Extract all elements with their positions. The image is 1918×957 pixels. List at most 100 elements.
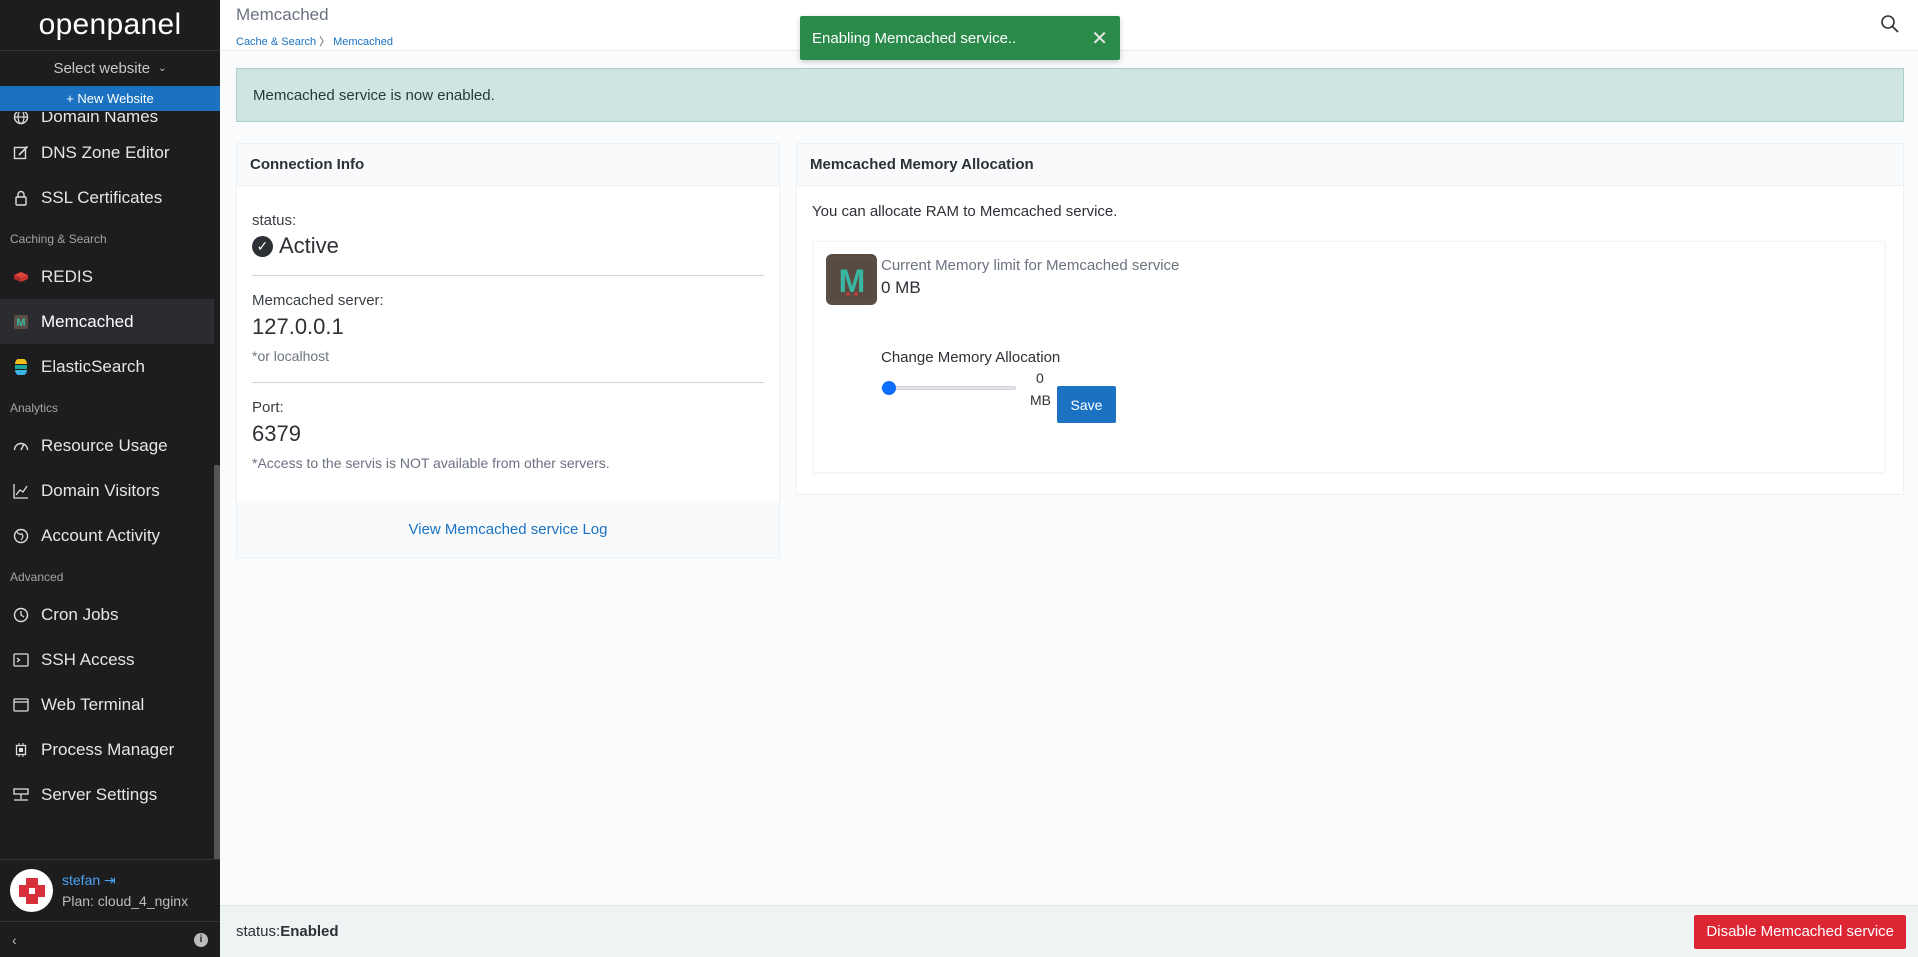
- sidebar-item-domain-visitors[interactable]: Domain Visitors: [0, 468, 214, 513]
- memcached-logo-icon: M: [826, 254, 877, 305]
- save-button[interactable]: Save: [1057, 386, 1116, 423]
- memory-allocation-card: Memcached Memory Allocation You can allo…: [796, 143, 1904, 495]
- svg-text:M: M: [838, 263, 865, 299]
- globe-icon: [12, 527, 30, 545]
- server-value: 127.0.0.1: [252, 314, 344, 339]
- sidebar-item-cron-jobs[interactable]: Cron Jobs: [0, 592, 214, 637]
- card-title: Memcached Memory Allocation: [797, 144, 1903, 186]
- cpu-icon: [12, 741, 30, 759]
- nav-section-analytics: Analytics: [10, 401, 59, 415]
- port-value: 6379: [252, 421, 301, 446]
- memcached-icon: M: [12, 313, 30, 331]
- sidebar-item-label: Account Activity: [41, 525, 161, 545]
- sidebar-item-dns-zone-editor[interactable]: DNS Zone Editor: [0, 130, 214, 175]
- connection-info-card: Connection Info status: ✓ Active Memcach…: [236, 143, 780, 558]
- elasticsearch-icon: [12, 358, 30, 376]
- success-alert: Memcached service is now enabled.: [236, 68, 1904, 122]
- sidebar-item-label: ElasticSearch: [41, 356, 145, 376]
- sidebar-item-label: Memcached: [41, 311, 134, 331]
- server-note: *or localhost: [252, 348, 330, 364]
- sidebar-item-process-manager[interactable]: Process Manager: [0, 727, 214, 772]
- sidebar-nav: Domain Names DNS Zone Editor SSL Certifi…: [0, 112, 214, 859]
- clock-icon: [12, 606, 30, 624]
- search-icon[interactable]: [1880, 14, 1900, 39]
- info-icon[interactable]: i: [194, 932, 208, 947]
- disable-service-button[interactable]: Disable Memcached service: [1694, 914, 1906, 949]
- terminal-window-icon: [12, 696, 30, 714]
- lock-icon: [12, 189, 30, 207]
- logout-icon[interactable]: ⇥: [104, 872, 116, 888]
- memory-slider[interactable]: [881, 380, 1016, 395]
- sidebar-item-label: Domain Visitors: [41, 480, 160, 500]
- user-profile[interactable]: stefan ⇥ Plan: cloud_4_nginx: [0, 859, 220, 921]
- gauge-icon: [12, 437, 30, 455]
- server-field: Memcached server: 127.0.0.1 *or localhos…: [252, 276, 764, 383]
- sidebar-item-label: Server Settings: [41, 784, 158, 804]
- status-field: status: ✓ Active: [252, 186, 764, 276]
- change-allocation-label: Change Memory Allocation: [881, 349, 1061, 366]
- sidebar-item-resource-usage[interactable]: Resource Usage: [0, 423, 214, 468]
- port-field: Port: 6379 *Access to the servis is NOT …: [252, 383, 764, 471]
- sidebar-item-label: Cron Jobs: [41, 604, 119, 624]
- collapse-sidebar-icon[interactable]: ‹: [12, 932, 17, 948]
- status-value: ✓ Active: [252, 233, 764, 259]
- user-plan: Plan: cloud_4_nginx: [62, 893, 189, 909]
- slider-track[interactable]: [881, 386, 1016, 390]
- slider-value: 0: [1036, 370, 1044, 386]
- nav-section-advanced: Advanced: [10, 570, 64, 584]
- globe-icon: [12, 112, 30, 126]
- sidebar-item-label: Resource Usage: [41, 435, 168, 455]
- sidebar-item-account-activity[interactable]: Account Activity: [0, 513, 214, 558]
- sidebar-item-label: SSL Certificates: [41, 187, 163, 207]
- status-footer: status:Enabled Disable Memcached service: [220, 905, 1918, 957]
- edit-icon: [12, 144, 30, 162]
- user-name[interactable]: stefan ⇥: [62, 872, 188, 889]
- slider-thumb[interactable]: [882, 381, 896, 395]
- sidebar-item-label: Process Manager: [41, 739, 175, 759]
- sidebar-item-elasticsearch[interactable]: ElasticSearch: [0, 344, 214, 389]
- check-circle-icon: ✓: [252, 235, 273, 257]
- svg-text:M: M: [16, 317, 25, 329]
- sidebar-item-label: Domain Names: [41, 112, 159, 126]
- sidebar-item-label: REDIS: [41, 266, 93, 286]
- nav-section-caching: Caching & Search: [10, 232, 107, 246]
- breadcrumb-item-cache-search[interactable]: Cache & Search: [236, 36, 316, 48]
- avatar: [10, 869, 53, 912]
- server-icon: [12, 786, 30, 804]
- status-label: status:: [252, 212, 297, 229]
- sidebar-footer: ‹ i: [0, 921, 220, 957]
- brand-logo[interactable]: openpanel: [0, 0, 220, 50]
- card-title: Connection Info: [237, 144, 779, 186]
- chevron-down-icon: ⌄: [158, 63, 167, 74]
- service-status-value: Enabled: [280, 923, 339, 940]
- sidebar-item-label: Web Terminal: [41, 694, 145, 714]
- website-select-label: Select website: [53, 60, 151, 77]
- sidebar-item-label: DNS Zone Editor: [41, 142, 170, 162]
- new-website-button[interactable]: + New Website: [0, 86, 220, 111]
- memory-limit-value: 0 MB: [881, 278, 921, 297]
- sidebar-item-label: SSH Access: [41, 649, 135, 669]
- sidebar-item-ssl-certificates[interactable]: SSL Certificates: [0, 175, 214, 220]
- sidebar-item-domain-names[interactable]: Domain Names: [0, 112, 214, 130]
- breadcrumb-separator-icon: 〉: [319, 36, 331, 48]
- sidebar-item-web-terminal[interactable]: Web Terminal: [0, 682, 214, 727]
- port-label: Port:: [252, 399, 284, 416]
- slider-unit: MB: [1030, 392, 1051, 408]
- breadcrumb-item-memcached[interactable]: Memcached: [333, 36, 393, 48]
- sidebar-item-ssh-access[interactable]: SSH Access: [0, 637, 214, 682]
- toast-message: Enabling Memcached service..: [812, 29, 1017, 47]
- sidebar-item-redis[interactable]: REDIS: [0, 254, 214, 299]
- sidebar: openpanel Select website ⌄ + New Website…: [0, 0, 220, 957]
- terminal-icon: [12, 651, 30, 669]
- sidebar-item-server-settings[interactable]: Server Settings: [0, 772, 214, 817]
- toast-notification: Enabling Memcached service.. ✕: [800, 16, 1120, 60]
- website-select[interactable]: Select website ⌄: [0, 50, 220, 86]
- close-icon[interactable]: ✕: [1091, 26, 1108, 51]
- port-note: *Access to the servis is NOT available f…: [252, 455, 610, 471]
- memory-settings-panel: M Current Memory limit for Memcached ser…: [813, 241, 1885, 473]
- card-footer: View Memcached service Log: [237, 501, 779, 557]
- memory-intro: You can allocate RAM to Memcached servic…: [812, 203, 1118, 220]
- sidebar-item-memcached[interactable]: M Memcached: [0, 299, 214, 344]
- redis-icon: [12, 268, 30, 286]
- view-log-link[interactable]: View Memcached service Log: [409, 521, 608, 538]
